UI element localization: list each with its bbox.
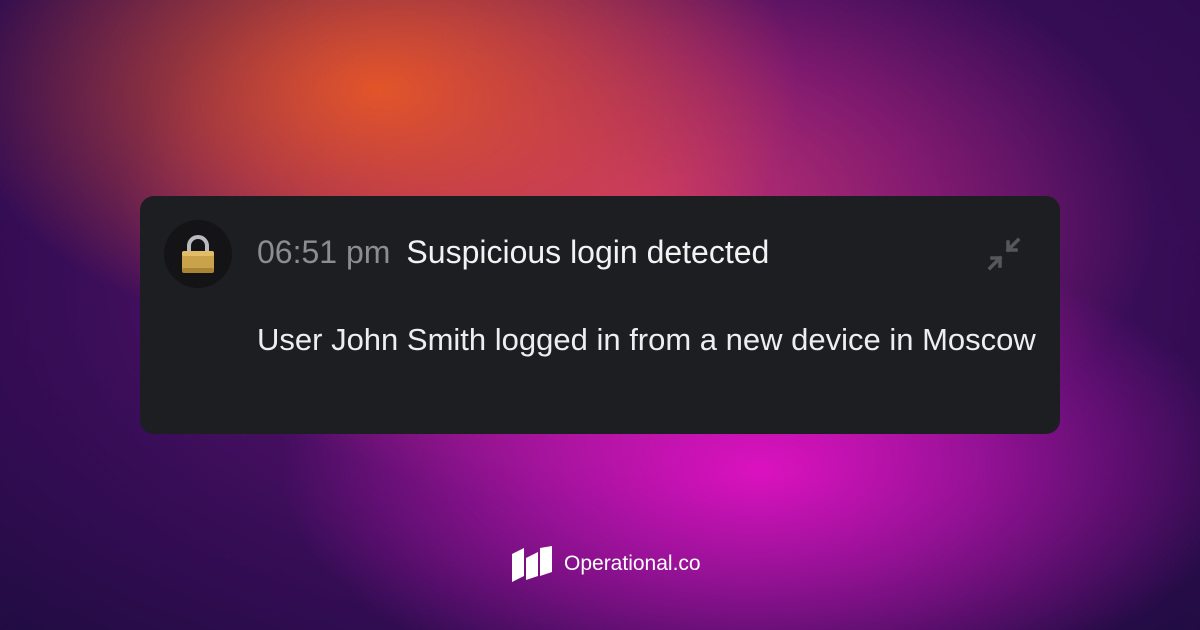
lock-icon bbox=[182, 235, 214, 273]
brand[interactable]: Operational.co bbox=[512, 546, 701, 582]
operational-logo-icon bbox=[512, 546, 552, 582]
notification-message: User John Smith logged in from a new dev… bbox=[257, 322, 1036, 357]
collapse-arrows-icon bbox=[987, 237, 1021, 271]
notification-card[interactable]: 06:51 pm Suspicious login detected User … bbox=[140, 196, 1060, 434]
notification-title: Suspicious login detected bbox=[406, 234, 770, 270]
notification-header: 06:51 pm Suspicious login detected bbox=[257, 234, 769, 271]
notification-avatar bbox=[164, 220, 232, 288]
brand-name: Operational.co bbox=[564, 552, 701, 575]
collapse-button[interactable] bbox=[984, 234, 1024, 274]
notification-time: 06:51 pm bbox=[257, 234, 391, 270]
